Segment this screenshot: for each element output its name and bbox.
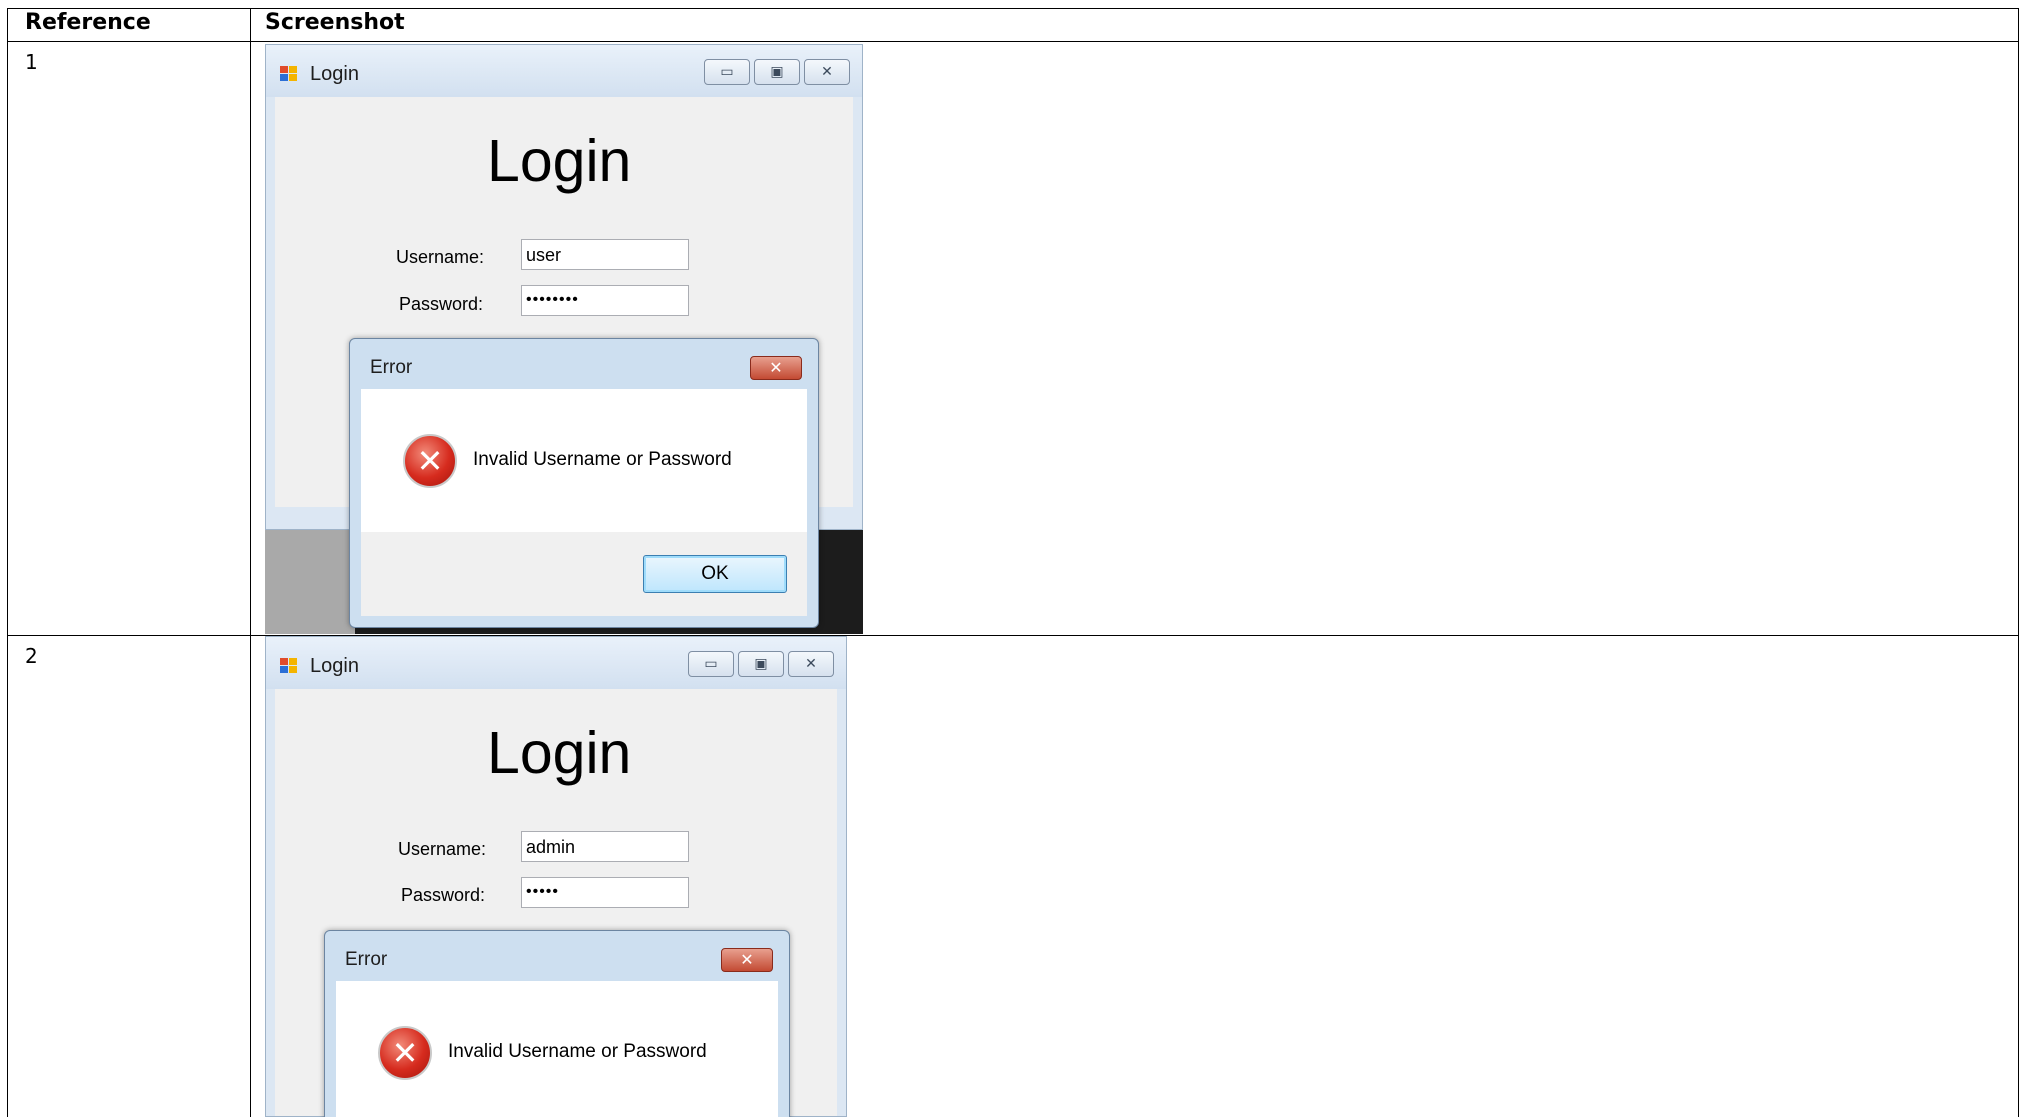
close-button[interactable]: ✕ xyxy=(804,59,850,85)
username-label: Username: xyxy=(396,247,485,267)
maximize-button[interactable]: ▣ xyxy=(738,651,784,677)
minimize-icon: ▭ xyxy=(704,656,718,672)
login-heading: Login xyxy=(487,128,632,194)
minimize-button[interactable]: ▭ xyxy=(704,59,750,85)
error-dialog: Error ✕ ✕ Invalid Username or Password xyxy=(324,930,790,1117)
dialog-title: Error xyxy=(345,949,388,970)
window-title: Login xyxy=(310,655,359,677)
maximize-icon: ▣ xyxy=(754,656,768,672)
ok-button[interactable]: OK xyxy=(643,555,787,593)
minimize-button[interactable]: ▭ xyxy=(688,651,734,677)
error-icon: ✕ xyxy=(378,1026,432,1080)
close-icon: ✕ xyxy=(740,950,754,969)
screenshot-1: Login ▭ ▣ ✕ Login Username: user Passwor… xyxy=(265,44,863,634)
table-border-left xyxy=(7,8,8,1117)
table-header-divider xyxy=(7,41,2019,42)
dialog-title: Error xyxy=(370,357,413,378)
error-icon: ✕ xyxy=(403,434,457,488)
password-field[interactable]: ••••• xyxy=(521,877,689,908)
title-bar: Login ▭ ▣ ✕ xyxy=(266,637,846,689)
windows-form-icon xyxy=(280,658,298,674)
window-title: Login xyxy=(310,63,359,85)
error-dialog: Error ✕ ✕ Invalid Username or Password O… xyxy=(349,338,819,628)
maximize-button[interactable]: ▣ xyxy=(754,59,800,85)
ok-button-label: OK xyxy=(701,563,729,584)
table-column-divider xyxy=(250,8,251,1117)
header-reference: Reference xyxy=(25,10,151,35)
close-icon: ✕ xyxy=(805,656,817,672)
login-heading: Login xyxy=(487,720,632,786)
table-border-top xyxy=(7,8,2019,9)
screenshot-2: Login ▭ ▣ ✕ Login Username: admin Passwo… xyxy=(265,636,847,1117)
dialog-body: ✕ Invalid Username or Password xyxy=(336,981,778,1117)
username-label: Username: xyxy=(398,839,487,859)
dialog-footer: OK xyxy=(361,532,807,616)
close-icon: ✕ xyxy=(821,64,833,80)
dialog-close-button[interactable]: ✕ xyxy=(721,948,773,972)
password-label: Password: xyxy=(401,885,486,905)
dialog-close-button[interactable]: ✕ xyxy=(750,356,802,380)
minimize-icon: ▭ xyxy=(720,64,734,80)
username-field[interactable]: user xyxy=(521,239,689,270)
password-field[interactable]: •••••••• xyxy=(521,285,689,316)
header-screenshot: Screenshot xyxy=(265,10,405,35)
username-field[interactable]: admin xyxy=(521,831,689,862)
title-bar: Login ▭ ▣ ✕ xyxy=(266,45,862,97)
error-message: Invalid Username or Password xyxy=(448,1041,707,1062)
windows-form-icon xyxy=(280,66,298,82)
row-2-reference: 2 xyxy=(25,644,38,668)
password-label: Password: xyxy=(399,294,484,314)
error-message: Invalid Username or Password xyxy=(473,449,732,470)
dialog-body: ✕ Invalid Username or Password xyxy=(361,389,807,532)
row-1-reference: 1 xyxy=(25,50,38,74)
close-icon: ✕ xyxy=(769,358,783,377)
maximize-icon: ▣ xyxy=(770,64,784,80)
close-button[interactable]: ✕ xyxy=(788,651,834,677)
background-grey xyxy=(265,530,355,634)
table-border-right xyxy=(2018,8,2019,1117)
